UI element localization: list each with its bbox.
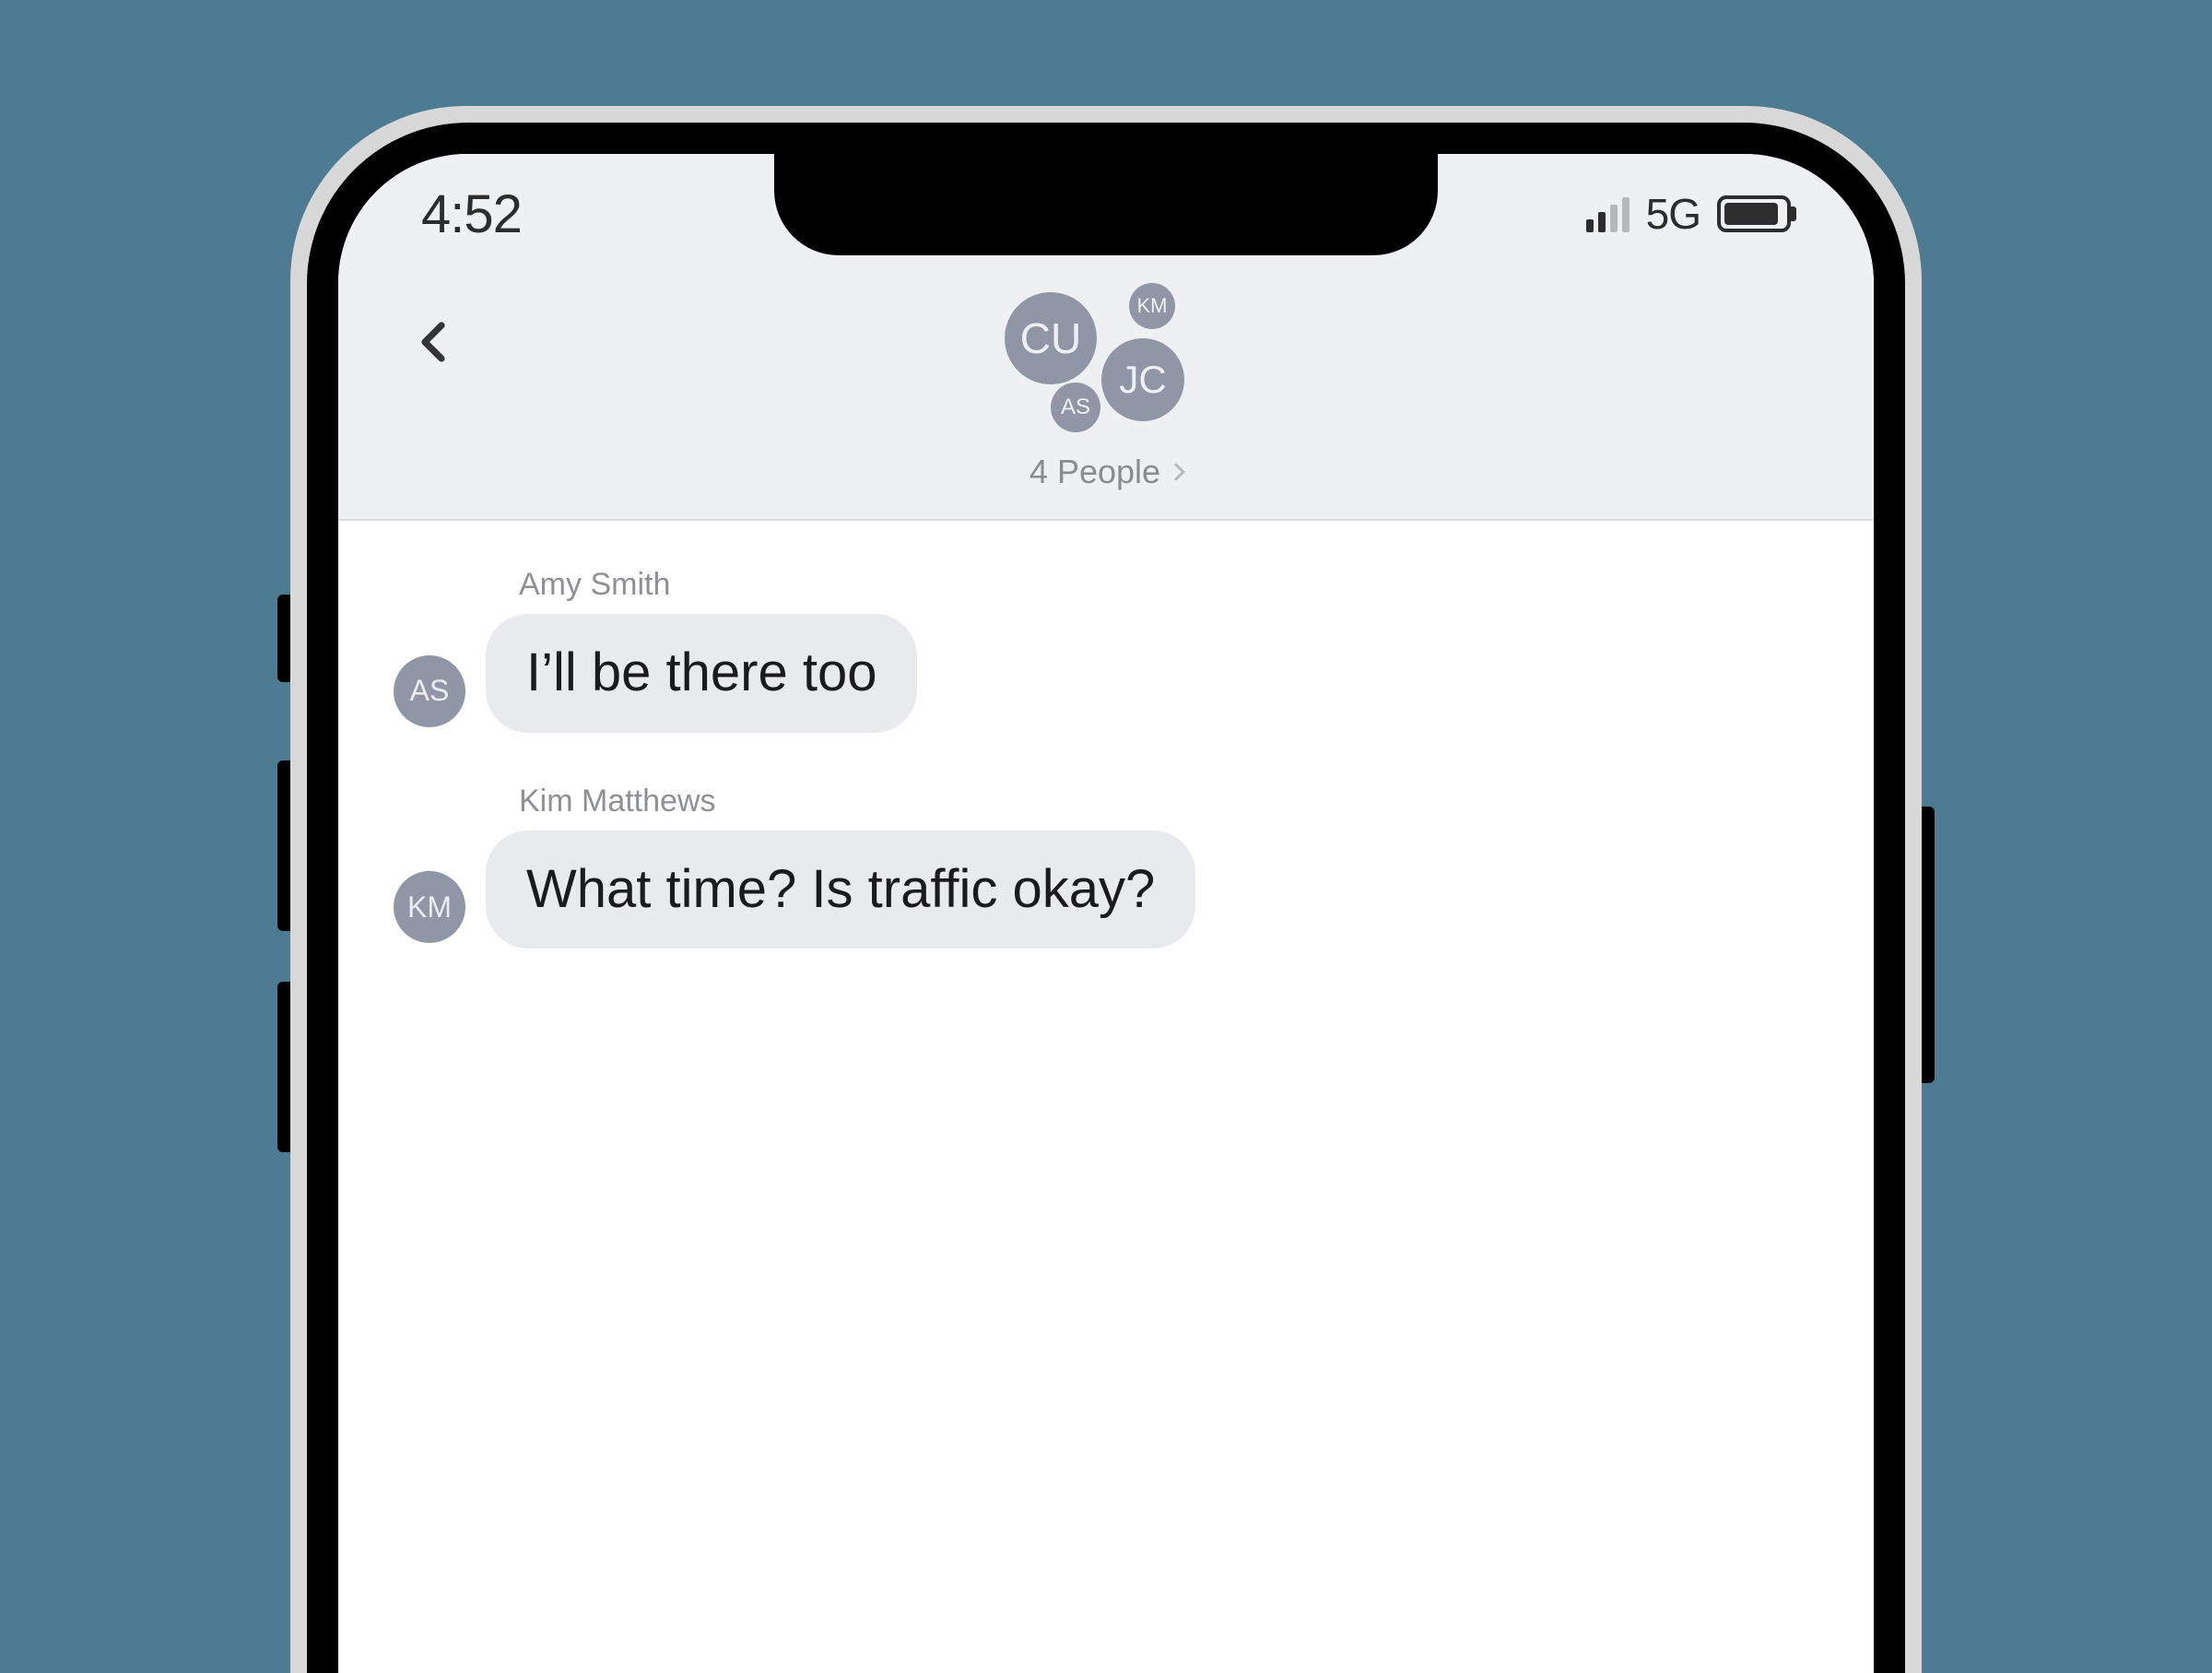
avatar-cu: CU [1005, 292, 1097, 384]
power-button[interactable] [1922, 807, 1935, 1083]
message-bubble[interactable]: I’ll be there too [486, 614, 917, 733]
group-avatar-cluster[interactable]: CU KM JC AS [986, 283, 1226, 449]
silent-switch[interactable] [277, 595, 290, 682]
group-info-button[interactable]: 4 People [1030, 453, 1182, 491]
battery-icon [1717, 195, 1791, 232]
volume-down-button[interactable] [277, 982, 290, 1152]
phone-bezel: 4:52 5G [307, 123, 1905, 1673]
sender-name: Kim Matthews [519, 783, 1195, 819]
conversation-header: CU KM JC AS 4 People [338, 274, 1874, 519]
avatar-jc: JC [1101, 338, 1184, 421]
chevron-left-icon [412, 320, 456, 364]
group-label-text: 4 People [1030, 453, 1160, 491]
avatar-as: AS [1051, 383, 1100, 432]
message-bubble[interactable]: What time? Is traffic okay? [486, 831, 1195, 949]
back-button[interactable] [412, 320, 456, 364]
signal-icon [1586, 195, 1630, 232]
status-right: 5G [1586, 189, 1791, 239]
avatar-km: KM [1129, 283, 1175, 329]
network-label: 5G [1646, 189, 1700, 239]
sender-name: Amy Smith [519, 567, 917, 603]
message-row: KM Kim Matthews What time? Is traffic ok… [394, 783, 1500, 949]
chevron-right-icon [1167, 463, 1185, 481]
message-list[interactable]: AS Amy Smith I’ll be there too KM Kim Ma… [338, 521, 1874, 948]
phone-screen: 4:52 5G [338, 154, 1874, 1673]
avatar[interactable]: AS [394, 655, 465, 727]
message-row: AS Amy Smith I’ll be there too [394, 567, 1500, 733]
phone-frame: 4:52 5G [290, 106, 1922, 1673]
notch [774, 154, 1438, 255]
volume-up-button[interactable] [277, 760, 290, 931]
status-time: 4:52 [421, 183, 522, 245]
avatar[interactable]: KM [394, 871, 465, 943]
